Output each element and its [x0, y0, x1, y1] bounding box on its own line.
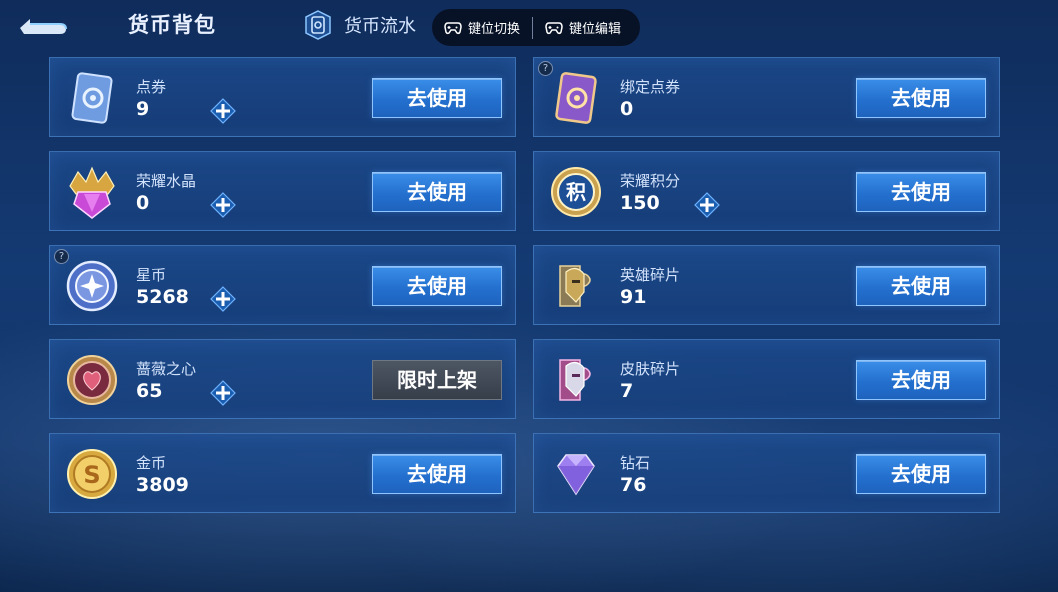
currency-amount: 0 [620, 98, 634, 120]
key-edit-button[interactable]: 键位编辑 [533, 9, 633, 46]
glory-points-icon: 积 [551, 167, 601, 217]
use-glory-points-button[interactable]: 去使用 [856, 172, 986, 212]
gold-coin-badge-text: S [83, 461, 100, 489]
currency-name: 绑定点券 [620, 78, 681, 96]
currency-name: 星币 [136, 266, 167, 284]
currency-card-rose-heart: 蔷薇之心 65 限时上架 [49, 339, 516, 419]
currency-amount: 91 [620, 286, 647, 308]
use-gold-coin-button[interactable]: 去使用 [372, 454, 502, 494]
gamepad-icon [545, 21, 563, 34]
currency-card-glory-crystal: 荣耀水晶 0 去使用 [49, 151, 516, 231]
add-rose-heart-plus-icon[interactable] [210, 380, 236, 406]
star-coin-icon [66, 260, 118, 312]
add-ticket-plus-icon[interactable] [210, 98, 236, 124]
add-glory-crystal-plus-icon[interactable] [210, 192, 236, 218]
glory-crystal-icon [69, 166, 115, 219]
skin-fragment-icon [559, 359, 591, 401]
currency-card-diamond: 钻石 76 去使用 [533, 433, 1000, 513]
diamond-icon [557, 454, 595, 496]
currency-amount: 150 [620, 192, 660, 214]
limited-time-badge: 限时上架 [372, 360, 502, 400]
currency-name: 钻石 [620, 454, 651, 472]
add-glory-points-plus-icon[interactable] [694, 192, 720, 218]
ticket-card-icon [71, 72, 113, 124]
currency-flow-label: 货币流水 [344, 16, 416, 37]
currency-name: 蔷薇之心 [136, 360, 197, 378]
use-glory-crystal-button[interactable]: 去使用 [372, 172, 502, 212]
use-skin-fragment-button[interactable]: 去使用 [856, 360, 986, 400]
currency-amount: 3809 [136, 474, 189, 496]
key-switch-label: 键位切换 [468, 22, 521, 37]
bound-ticket-card-icon [555, 72, 597, 124]
key-switch-button[interactable]: 键位切换 [432, 9, 532, 46]
currency-amount: 76 [620, 474, 647, 496]
currency-card-skin-fragment: 皮肤碎片 7 去使用 [533, 339, 1000, 419]
use-hero-fragment-button[interactable]: 去使用 [856, 266, 986, 306]
currency-flow-link[interactable]: 货币流水 [302, 9, 416, 41]
key-mapping-toolbar: 键位切换 键位编辑 [432, 9, 640, 46]
currency-name: 荣耀水晶 [136, 172, 197, 190]
currency-name: 金币 [136, 454, 167, 472]
currency-card-icon [305, 10, 331, 40]
gold-coin-icon: S [67, 449, 117, 499]
currency-card-glory-points: 积 荣耀积分 150 去使用 [533, 151, 1000, 231]
add-star-coin-plus-icon[interactable] [210, 286, 236, 312]
currency-card-bound-ticket: ? 绑定点券 0 去使用 [533, 57, 1000, 137]
page-title: 货币背包 [128, 13, 216, 37]
use-star-coin-button[interactable]: 去使用 [372, 266, 502, 306]
rose-heart-icon [67, 355, 117, 405]
back-arrow-icon [20, 19, 67, 34]
currency-name: 英雄碎片 [620, 266, 681, 284]
currency-amount: 9 [136, 98, 150, 120]
use-ticket-button[interactable]: 去使用 [372, 78, 502, 118]
currency-grid: 点券 9 去使用 ? 绑定点券 0 去使用 荣耀水晶 0 去使用 积 荣耀积分 … [49, 57, 1000, 514]
currency-amount: 0 [136, 192, 150, 214]
gamepad-icon [444, 21, 462, 34]
currency-name: 皮肤碎片 [620, 360, 681, 378]
key-edit-label: 键位编辑 [569, 22, 622, 37]
currency-card-hero-fragment: 英雄碎片 91 去使用 [533, 245, 1000, 325]
use-bound-ticket-button[interactable]: 去使用 [856, 78, 986, 118]
currency-card-star-coin: ? 星币 5268 去使用 [49, 245, 516, 325]
back-button[interactable] [14, 10, 70, 40]
currency-card-ticket: 点券 9 去使用 [49, 57, 516, 137]
currency-amount: 7 [620, 380, 634, 402]
currency-name: 荣耀积分 [620, 172, 681, 190]
currency-amount: 65 [136, 380, 163, 402]
hero-fragment-icon [559, 265, 591, 307]
currency-name: 点券 [136, 78, 167, 96]
use-diamond-button[interactable]: 去使用 [856, 454, 986, 494]
currency-amount: 5268 [136, 286, 189, 308]
glory-points-badge-text: 积 [566, 180, 586, 204]
currency-card-gold-coin: S 金币 3809 去使用 [49, 433, 516, 513]
